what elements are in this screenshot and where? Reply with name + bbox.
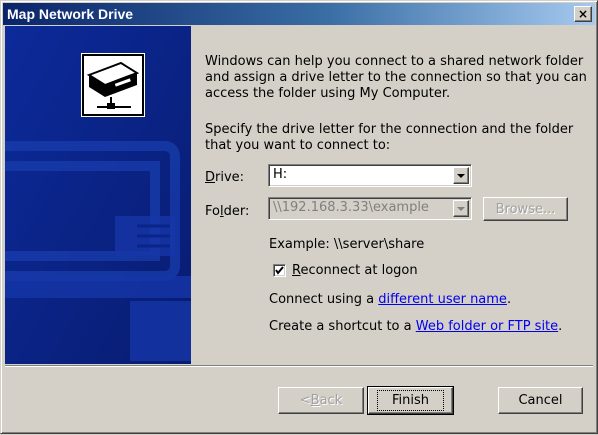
check-icon	[275, 266, 284, 275]
connect-using-text: Connect using a different user name.	[269, 292, 512, 307]
map-network-drive-dialog: Map Network Drive × Windows can help you…	[0, 0, 598, 434]
create-shortcut-text: Create a shortcut to a Web folder or FTP…	[269, 319, 563, 334]
finish-button[interactable]: Finish	[367, 386, 454, 415]
folder-dropdown-button[interactable]	[453, 200, 469, 217]
chevron-down-icon	[457, 173, 465, 178]
folder-combobox-value: \\192.168.3.33\example	[273, 200, 429, 215]
folder-combobox[interactable]: \\192.168.3.33\example	[268, 197, 472, 220]
instruction-line-2: that you want to connect to:	[205, 138, 391, 153]
wizard-content: Windows can help you connect to a shared…	[1, 1, 598, 435]
web-folder-ftp-link[interactable]: Web folder or FTP site	[416, 319, 558, 334]
intro-line-3: access the folder using My Computer.	[205, 86, 451, 101]
drive-select-value: H:	[273, 167, 288, 182]
back-button[interactable]: < Back	[278, 387, 364, 414]
drive-select[interactable]: H:	[268, 164, 472, 187]
reconnect-checkbox[interactable]	[273, 264, 286, 277]
intro-line-2: and assign a drive letter to the connect…	[205, 70, 587, 85]
chevron-down-icon	[457, 206, 465, 211]
folder-label: Folder:	[205, 204, 250, 219]
browse-button[interactable]: Browse...	[483, 197, 568, 221]
reconnect-label[interactable]: Reconnect at logon	[292, 263, 418, 278]
instruction-line-1: Specify the drive letter for the connect…	[205, 122, 574, 137]
cancel-button[interactable]: Cancel	[498, 387, 583, 414]
intro-line-1: Windows can help you connect to a shared…	[205, 54, 584, 69]
example-text: Example: \\server\share	[269, 237, 425, 252]
footer-divider-highlight	[5, 366, 593, 367]
different-user-name-link[interactable]: different user name	[378, 292, 507, 307]
drive-label: Drive:	[205, 170, 245, 185]
drive-dropdown-button[interactable]	[453, 167, 469, 184]
